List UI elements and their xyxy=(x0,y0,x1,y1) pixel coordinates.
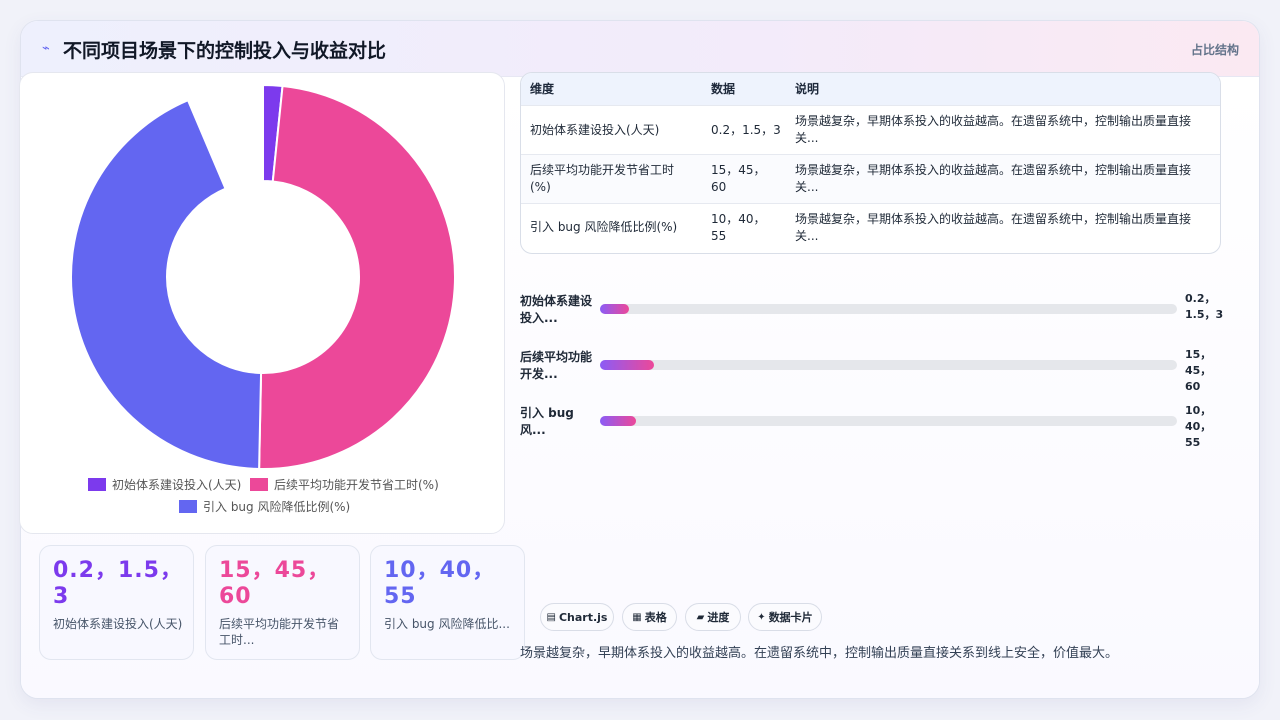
table-row: 引入 bug 风险降低比例(%) 10，40，55 场景越复杂，早期体系投入的收… xyxy=(521,204,1220,253)
summary-text: 场景越复杂，早期体系投入的收益越高。在遗留系统中，控制输出质量直接关系到线上安全… xyxy=(520,646,1119,661)
page-title: 不同项目场景下的控制投入与收益对比 xyxy=(63,40,387,62)
doughnut-chart xyxy=(70,83,456,470)
chip-data-cards[interactable]: ✦ 数据卡片 xyxy=(748,603,822,631)
stat-value: 0.2，1.5，3 xyxy=(53,558,183,609)
progress-track xyxy=(600,304,1177,314)
pulse-icon: ⌁ xyxy=(42,41,50,56)
table-cell-dimension: 后续平均功能开发节省工时(%) xyxy=(530,163,675,194)
chip-table[interactable]: ▦ 表格 xyxy=(622,603,677,631)
chip-label: 进度 xyxy=(707,611,730,624)
legend-label: 引入 bug 风险降低比例(%) xyxy=(203,500,351,514)
progress-label: 初始体系建设投入... xyxy=(520,294,593,325)
table-cell-dimension: 引入 bug 风险降低比例(%) xyxy=(530,220,678,234)
table-cell-data: 10，40，55 xyxy=(711,212,766,243)
stat-label: 初始体系建设投入(人天) xyxy=(53,617,183,631)
stat-card-initial: 0.2，1.5，3 初始体系建设投入(人天) xyxy=(39,545,194,660)
table-cell-dimension: 初始体系建设投入(人天) xyxy=(530,123,660,137)
progress-row-bug-risk: 引入 bug 风... 10，40，55 xyxy=(520,404,1225,453)
legend-label: 后续平均功能开发节省工时(%) xyxy=(274,478,439,492)
progress-fill xyxy=(600,304,629,314)
table-header-description: 说明 xyxy=(795,82,820,96)
legend-swatch xyxy=(179,500,197,513)
table-header-row: 维度 数据 说明 xyxy=(521,73,1220,106)
table-row: 初始体系建设投入(人天) 0.2，1.5，3 场景越复杂，早期体系投入的收益越高… xyxy=(521,106,1220,155)
progress-track xyxy=(600,360,1177,370)
doughnut-chart-panel: 初始体系建设投入(人天) 后续平均功能开发节省工时(%) 引入 bug 风险降低… xyxy=(19,72,505,534)
slice-bug-risk[interactable] xyxy=(70,98,263,470)
table-cell-description: 场景越复杂，早期体系投入的收益越高。在遗留系统中，控制输出质量直接关... xyxy=(795,163,1192,194)
legend-label: 初始体系建设投入(人天) xyxy=(112,478,242,492)
progress-value: 10，40，55 xyxy=(1185,404,1212,449)
chip-progress[interactable]: ▰ 进度 xyxy=(685,603,741,631)
progress-row-initial: 初始体系建设投入... 0.2，1.5，3 xyxy=(520,292,1225,341)
progress-track xyxy=(600,416,1177,426)
chart-icon: ▤ xyxy=(546,611,556,623)
data-table: 维度 数据 说明 初始体系建设投入(人天) 0.2，1.5，3 场景越复杂，早期… xyxy=(520,72,1221,254)
legend-swatch xyxy=(88,478,106,491)
progress-row-saved-hours: 后续平均功能开发... 15，45，60 xyxy=(520,348,1225,397)
stat-label: 后续平均功能开发节省工时... xyxy=(219,617,340,647)
progress-icon: ▰ xyxy=(696,611,705,623)
progress-value: 15，45，60 xyxy=(1185,348,1212,393)
chip-label: 表格 xyxy=(644,611,667,624)
stat-value: 10，40，55 xyxy=(384,558,496,609)
progress-value: 0.2，1.5，3 xyxy=(1185,292,1224,321)
header: ⌁ 不同项目场景下的控制投入与收益对比 占比结构 xyxy=(21,21,1259,77)
legend-item-saved-hours[interactable]: 后续平均功能开发节省工时(%) xyxy=(250,476,439,493)
legend-item-initial[interactable]: 初始体系建设投入(人天) xyxy=(88,476,241,493)
legend-item-bug-risk[interactable]: 引入 bug 风险降低比例(%) xyxy=(179,498,350,515)
sparkle-icon: ✦ xyxy=(757,611,766,623)
stat-label: 引入 bug 风险降低比... xyxy=(384,617,510,631)
progress-fill xyxy=(600,360,655,370)
table-header-data: 数据 xyxy=(711,82,736,96)
table-cell-description: 场景越复杂，早期体系投入的收益越高。在遗留系统中，控制输出质量直接关... xyxy=(795,212,1192,243)
table-row: 后续平均功能开发节省工时(%) 15，45，60 场景越复杂，早期体系投入的收益… xyxy=(521,155,1220,204)
table-cell-description: 场景越复杂，早期体系投入的收益越高。在遗留系统中，控制输出质量直接关... xyxy=(795,114,1192,145)
chart-type-tag: 占比结构 xyxy=(1190,43,1239,57)
chip-label: 数据卡片 xyxy=(768,611,813,624)
progress-label: 后续平均功能开发... xyxy=(520,350,593,381)
slice-saved-hours[interactable] xyxy=(258,84,456,470)
table-cell-data: 15，45，60 xyxy=(711,163,766,194)
table-header-dimension: 维度 xyxy=(530,82,555,96)
stat-value: 15，45，60 xyxy=(219,558,331,609)
stat-card-saved-hours: 15，45，60 后续平均功能开发节省工时... xyxy=(205,545,360,660)
stat-card-bug-risk: 10，40，55 引入 bug 风险降低比... xyxy=(370,545,525,660)
table-icon: ▦ xyxy=(632,611,642,623)
progress-fill xyxy=(600,416,636,426)
legend-swatch xyxy=(250,478,268,491)
chip-chartjs[interactable]: ▤ Chart.js xyxy=(540,603,614,631)
table-cell-data: 0.2，1.5，3 xyxy=(711,123,781,137)
progress-label: 引入 bug 风... xyxy=(520,406,574,437)
chip-label: Chart.js xyxy=(558,610,608,624)
